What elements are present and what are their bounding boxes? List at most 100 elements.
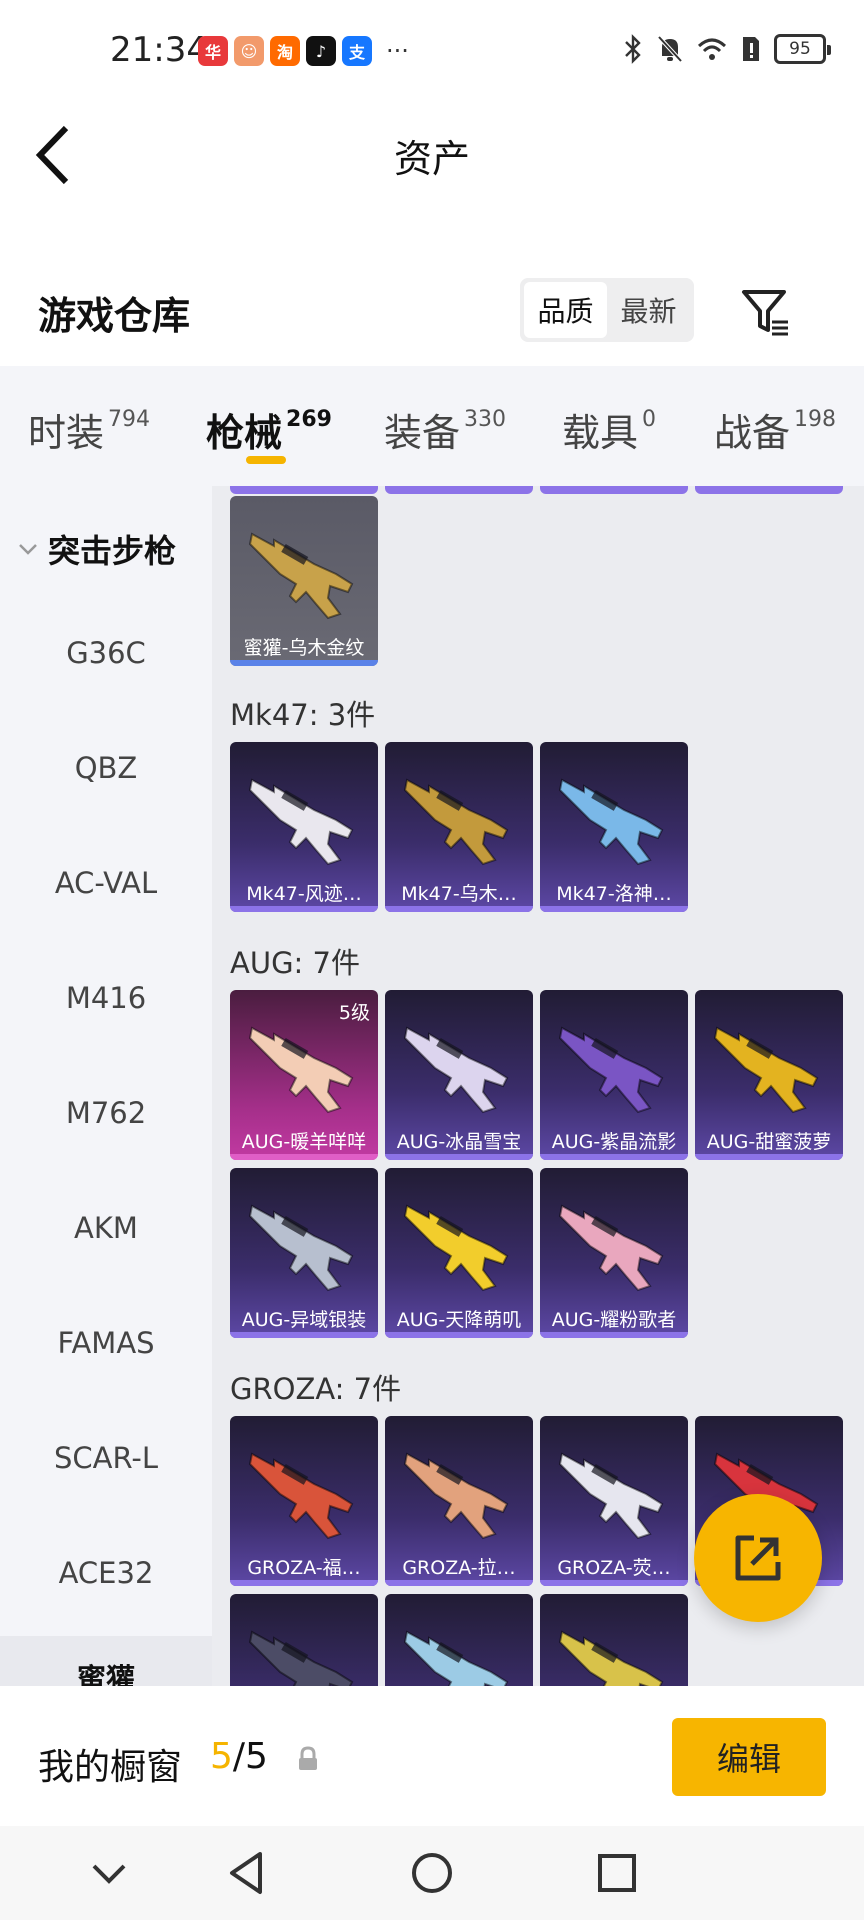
tab-count: 330: [464, 407, 507, 432]
showcase-total: /5: [232, 1736, 268, 1777]
sidebar-group-assault-rifles[interactable]: 突击步枪: [16, 526, 176, 572]
skin-name: GROZA-荧…: [557, 1557, 671, 1579]
skin-card[interactable]: GROZA-荧…: [540, 1416, 688, 1586]
tab-count: 794: [108, 407, 151, 432]
skin-card[interactable]: GROZA-拉…: [385, 1416, 533, 1586]
skin-card[interactable]: Mk47-乌木…: [385, 742, 533, 912]
skin-card[interactable]: AUG-甜蜜菠萝: [695, 990, 843, 1160]
system-status-icons: 95: [622, 34, 831, 64]
tab-vehicles[interactable]: 载具 0: [562, 402, 656, 457]
skin-card[interactable]: 蜜獾-乌木金纹: [230, 496, 378, 666]
tab-label: 载具: [562, 411, 639, 455]
card-edge: [695, 486, 843, 494]
bluetooth-icon: [625, 34, 641, 64]
skin-name: AUG-暖羊咩咩: [241, 1131, 367, 1153]
sidebar-item-famas[interactable]: FAMAS: [0, 1326, 212, 1360]
sort-newest-button[interactable]: 最新: [607, 282, 690, 338]
weapon-type-sidebar: 突击步枪 G36C QBZ AC-VAL M416 M762 AKM FAMAS…: [0, 486, 212, 1696]
weapon-skin-image: [403, 1204, 509, 1292]
weapon-skin-image: [248, 778, 354, 866]
group-heading-mk47: Mk47: 3件: [230, 698, 376, 732]
rarity-bar: [385, 1154, 533, 1160]
skin-card[interactable]: [540, 1594, 688, 1686]
tab-count: 0: [642, 407, 657, 432]
skin-name: GROZA-拉…: [402, 1557, 516, 1579]
skin-card[interactable]: 5级 AUG-暖羊咩咩: [230, 990, 378, 1160]
skin-card[interactable]: AUG-异域银装: [230, 1168, 378, 1338]
card-edge: [385, 486, 533, 494]
sidebar-item-m762[interactable]: M762: [0, 1096, 212, 1130]
showcase-label: 我的橱窗: [38, 1747, 183, 1788]
weapon-skin-image: [558, 1630, 664, 1686]
status-bar: 21:34 华 ☺ 淘 ♪ 支 ··· 95: [0, 0, 864, 100]
card-edge: [230, 486, 378, 494]
sidebar-item-qbz[interactable]: QBZ: [0, 751, 212, 785]
sidebar-item-ace32[interactable]: ACE32: [0, 1556, 212, 1590]
tab-gear[interactable]: 战备 198: [714, 402, 836, 457]
skin-card[interactable]: Mk47-风迹…: [230, 742, 378, 912]
tab-equipment[interactable]: 装备 330: [384, 402, 506, 457]
rarity-bar: [230, 1332, 378, 1338]
game-avatar-icon: ☺: [234, 36, 264, 66]
sidebar-item-ac-val[interactable]: AC-VAL: [0, 866, 212, 900]
chevron-down-icon: [19, 544, 37, 555]
tab-count: 198: [794, 407, 837, 432]
tab-label: 装备: [384, 411, 461, 455]
skin-name: AUG-耀粉歌者: [551, 1309, 677, 1331]
alipay-icon: 支: [342, 36, 372, 66]
wifi-icon: [697, 38, 727, 60]
skin-name: AUG-冰晶雪宝: [396, 1131, 522, 1153]
filter-icon: [742, 290, 788, 336]
skin-card[interactable]: [385, 1594, 533, 1686]
filter-button[interactable]: [738, 284, 794, 340]
skin-card[interactable]: [230, 1594, 378, 1686]
edit-button[interactable]: 编辑: [672, 1718, 826, 1796]
sidebar-item-g36c[interactable]: G36C: [0, 636, 212, 670]
rarity-bar: [540, 1332, 688, 1338]
nav-hide-keyboard-button[interactable]: [84, 1848, 134, 1898]
weapon-skin-image: [558, 1026, 664, 1114]
skin-card[interactable]: Mk47-洛神…: [540, 742, 688, 912]
nav-recents-button[interactable]: [592, 1848, 642, 1898]
weapon-skin-image: [403, 1026, 509, 1114]
skin-name: AUG-甜蜜菠萝: [706, 1131, 832, 1153]
tab-label: 枪械: [206, 411, 283, 455]
skin-name: AUG-紫晶流影: [551, 1131, 677, 1153]
skin-level-badge: 5级: [338, 1002, 370, 1024]
skin-name: GROZA-福…: [247, 1557, 361, 1579]
rarity-bar: [230, 1154, 378, 1160]
section-title: 游戏仓库: [38, 294, 191, 338]
weapon-skin-image: [403, 778, 509, 866]
nav-back-button[interactable]: [222, 1848, 272, 1898]
skin-card[interactable]: AUG-冰晶雪宝: [385, 990, 533, 1160]
sidebar-group-label: 突击步枪: [48, 532, 177, 570]
group-heading-aug: AUG: 7件: [230, 946, 360, 980]
skin-name: AUG-天降萌叽: [396, 1309, 522, 1331]
sidebar-item-akm[interactable]: AKM: [0, 1211, 212, 1245]
system-nav-bar: [0, 1826, 864, 1920]
sort-quality-button[interactable]: 品质: [524, 282, 607, 338]
lock-icon: [299, 1746, 317, 1770]
skin-name: Mk47-风迹…: [246, 883, 362, 905]
rarity-bar: [695, 1154, 843, 1160]
tab-fashion[interactable]: 时装 794: [28, 402, 150, 457]
share-button[interactable]: [694, 1494, 822, 1622]
weapon-skin-image: [558, 1204, 664, 1292]
skin-card[interactable]: GROZA-福…: [230, 1416, 378, 1586]
rarity-bar: [540, 1580, 688, 1586]
skin-card[interactable]: AUG-耀粉歌者: [540, 1168, 688, 1338]
tab-guns[interactable]: 枪械 269: [206, 402, 332, 457]
sidebar-item-scar-l[interactable]: SCAR-L: [0, 1441, 212, 1475]
mute-bell-icon: [657, 35, 683, 63]
tab-label: 时装: [28, 411, 105, 455]
tiktok-icon: ♪: [306, 36, 336, 66]
skin-card[interactable]: AUG-天降萌叽: [385, 1168, 533, 1338]
skin-card[interactable]: AUG-紫晶流影: [540, 990, 688, 1160]
weapon-skin-image: [248, 1204, 354, 1292]
nav-home-button[interactable]: [407, 1848, 457, 1898]
skin-name: Mk47-乌木…: [401, 883, 517, 905]
weapon-skin-image: [713, 1026, 819, 1114]
sort-toggle: 品质 最新: [520, 278, 694, 342]
sidebar-item-m416[interactable]: M416: [0, 981, 212, 1015]
active-tab-indicator: [246, 456, 286, 464]
